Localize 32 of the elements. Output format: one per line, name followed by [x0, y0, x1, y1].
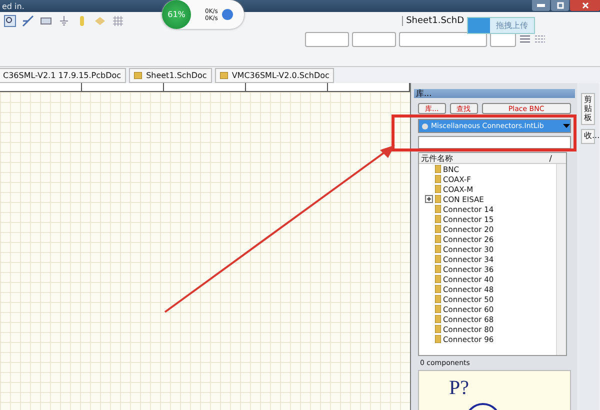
document-icon	[220, 72, 228, 78]
filter-dropdown[interactable]	[418, 136, 571, 149]
dropdown-arrow-icon	[563, 124, 570, 128]
column-header[interactable]: 元件名称 /	[419, 153, 566, 164]
document-tab[interactable]: VMC36SML-V2.0.SchDoc	[214, 68, 334, 82]
minimize-button[interactable]	[532, 0, 550, 11]
document-tab[interactable]: Sheet1.SchDoc	[129, 68, 212, 82]
bus-icon[interactable]	[40, 15, 52, 27]
scrollbar[interactable]	[556, 164, 566, 355]
toolbar-tab[interactable]: Sheet1.SchD	[402, 16, 464, 26]
library-icon	[421, 122, 429, 130]
align-icon[interactable]	[519, 33, 531, 45]
maximize-button[interactable]	[551, 0, 569, 11]
close-icon	[582, 2, 588, 9]
minimize-icon	[537, 4, 545, 7]
ground-icon[interactable]	[58, 15, 70, 27]
zoom-icon[interactable]	[4, 15, 16, 27]
document-tab[interactable]: C36SML-V2.1 17.9.15.PcbDoc	[0, 68, 126, 82]
window-title: ed in.	[2, 2, 24, 10]
dropdown-field[interactable]	[399, 32, 487, 46]
grid-icon[interactable]	[112, 15, 124, 27]
side-panel-tab[interactable]: 剪贴板	[581, 93, 595, 126]
maximize-icon	[556, 2, 564, 9]
dropdown-field[interactable]	[305, 32, 349, 46]
expand-icon[interactable]	[425, 195, 433, 203]
dropdown-field[interactable]	[352, 32, 396, 46]
document-icon	[134, 72, 142, 78]
component-preview: P?	[418, 370, 571, 410]
close-button[interactable]	[570, 0, 600, 11]
align-icon[interactable]	[534, 33, 546, 45]
wire-icon[interactable]	[22, 15, 34, 27]
panel-title: 库...	[414, 89, 575, 98]
